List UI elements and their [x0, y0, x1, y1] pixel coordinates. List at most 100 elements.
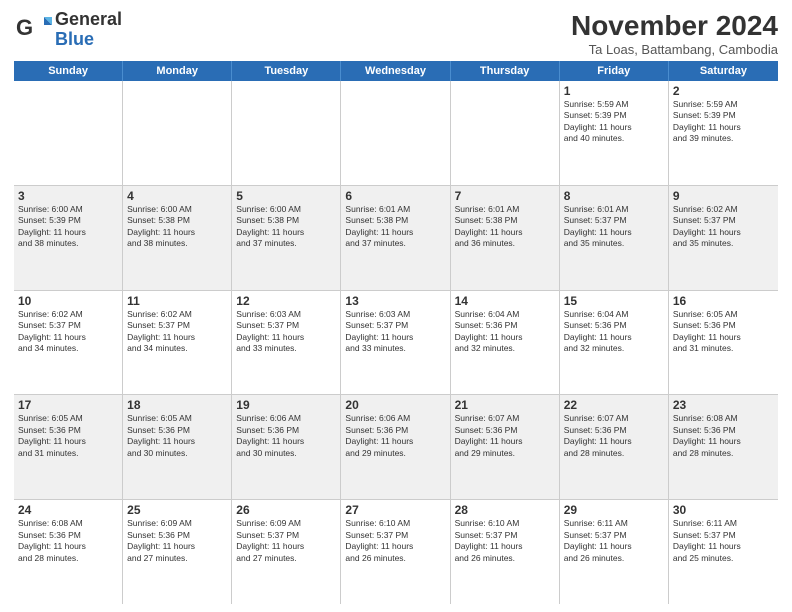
svg-text:G: G	[16, 15, 33, 40]
cal-header-tuesday: Tuesday	[232, 61, 341, 81]
calendar-header-row: SundayMondayTuesdayWednesdayThursdayFrid…	[14, 61, 778, 81]
day-number: 29	[564, 503, 664, 517]
day-number: 21	[455, 398, 555, 412]
day-info: Sunrise: 6:09 AM Sunset: 5:36 PM Dayligh…	[127, 518, 227, 564]
cal-cell: 17Sunrise: 6:05 AM Sunset: 5:36 PM Dayli…	[14, 395, 123, 499]
day-info: Sunrise: 6:01 AM Sunset: 5:38 PM Dayligh…	[455, 204, 555, 250]
cal-cell: 22Sunrise: 6:07 AM Sunset: 5:36 PM Dayli…	[560, 395, 669, 499]
cal-week-2: 3Sunrise: 6:00 AM Sunset: 5:39 PM Daylig…	[14, 186, 778, 291]
calendar-body: 1 Sunrise: 5:59 AM Sunset: 5:39 PM Daylig…	[14, 81, 778, 604]
day-number: 14	[455, 294, 555, 308]
day-info: Sunrise: 6:05 AM Sunset: 5:36 PM Dayligh…	[127, 413, 227, 459]
day-info: Sunrise: 6:00 AM Sunset: 5:38 PM Dayligh…	[127, 204, 227, 250]
cal-header-monday: Monday	[123, 61, 232, 81]
day-number: 24	[18, 503, 118, 517]
day-number: 9	[673, 189, 774, 203]
day-number: 30	[673, 503, 774, 517]
day-info: Sunrise: 6:02 AM Sunset: 5:37 PM Dayligh…	[127, 309, 227, 355]
cal-cell: 7Sunrise: 6:01 AM Sunset: 5:38 PM Daylig…	[451, 186, 560, 290]
cal-cell: 6Sunrise: 6:01 AM Sunset: 5:38 PM Daylig…	[341, 186, 450, 290]
day-number: 19	[236, 398, 336, 412]
cal-cell: 16Sunrise: 6:05 AM Sunset: 5:36 PM Dayli…	[669, 291, 778, 395]
day-number: 25	[127, 503, 227, 517]
day-number: 26	[236, 503, 336, 517]
day-number: 27	[345, 503, 445, 517]
logo: G General Blue	[14, 10, 122, 50]
cal-cell: 11Sunrise: 6:02 AM Sunset: 5:37 PM Dayli…	[123, 291, 232, 395]
day-number: 11	[127, 294, 227, 308]
day-info: Sunrise: 6:10 AM Sunset: 5:37 PM Dayligh…	[455, 518, 555, 564]
cal-week-1: 1 Sunrise: 5:59 AM Sunset: 5:39 PM Daylig…	[14, 81, 778, 186]
day-number: 23	[673, 398, 774, 412]
day-info: Sunrise: 6:02 AM Sunset: 5:37 PM Dayligh…	[18, 309, 118, 355]
cal-cell: 18Sunrise: 6:05 AM Sunset: 5:36 PM Dayli…	[123, 395, 232, 499]
title-area: November 2024 Ta Loas, Battambang, Cambo…	[571, 10, 778, 57]
day-number: 1	[564, 84, 664, 98]
day-number: 13	[345, 294, 445, 308]
cal-cell: 25Sunrise: 6:09 AM Sunset: 5:36 PM Dayli…	[123, 500, 232, 604]
day-number: 7	[455, 189, 555, 203]
day-info: Sunrise: 6:00 AM Sunset: 5:39 PM Dayligh…	[18, 204, 118, 250]
day-number: 2	[673, 84, 774, 98]
cal-cell: 28Sunrise: 6:10 AM Sunset: 5:37 PM Dayli…	[451, 500, 560, 604]
cal-week-5: 24Sunrise: 6:08 AM Sunset: 5:36 PM Dayli…	[14, 500, 778, 604]
cal-cell	[232, 81, 341, 185]
day-number: 16	[673, 294, 774, 308]
cal-cell: 4Sunrise: 6:00 AM Sunset: 5:38 PM Daylig…	[123, 186, 232, 290]
cal-cell: 10Sunrise: 6:02 AM Sunset: 5:37 PM Dayli…	[14, 291, 123, 395]
page: G General Blue November 2024 Ta Loas, Ba…	[0, 0, 792, 612]
cal-cell: 19Sunrise: 6:06 AM Sunset: 5:36 PM Dayli…	[232, 395, 341, 499]
cal-cell: 27Sunrise: 6:10 AM Sunset: 5:37 PM Dayli…	[341, 500, 450, 604]
day-info: Sunrise: 6:07 AM Sunset: 5:36 PM Dayligh…	[564, 413, 664, 459]
day-number: 18	[127, 398, 227, 412]
day-number: 12	[236, 294, 336, 308]
cal-cell: 24Sunrise: 6:08 AM Sunset: 5:36 PM Dayli…	[14, 500, 123, 604]
day-info: Sunrise: 6:01 AM Sunset: 5:37 PM Dayligh…	[564, 204, 664, 250]
day-info: Sunrise: 6:03 AM Sunset: 5:37 PM Dayligh…	[236, 309, 336, 355]
day-number: 10	[18, 294, 118, 308]
day-number: 3	[18, 189, 118, 203]
day-info: Sunrise: 6:05 AM Sunset: 5:36 PM Dayligh…	[673, 309, 774, 355]
cal-header-sunday: Sunday	[14, 61, 123, 81]
calendar-title: November 2024	[571, 10, 778, 42]
calendar-subtitle: Ta Loas, Battambang, Cambodia	[571, 42, 778, 57]
day-info: Sunrise: 6:08 AM Sunset: 5:36 PM Dayligh…	[673, 413, 774, 459]
cal-cell: 13Sunrise: 6:03 AM Sunset: 5:37 PM Dayli…	[341, 291, 450, 395]
day-number: 5	[236, 189, 336, 203]
cal-week-3: 10Sunrise: 6:02 AM Sunset: 5:37 PM Dayli…	[14, 291, 778, 396]
day-info: Sunrise: 5:59 AM Sunset: 5:39 PM Dayligh…	[673, 99, 774, 145]
day-info: Sunrise: 6:09 AM Sunset: 5:37 PM Dayligh…	[236, 518, 336, 564]
calendar: SundayMondayTuesdayWednesdayThursdayFrid…	[14, 61, 778, 604]
cal-cell: 3Sunrise: 6:00 AM Sunset: 5:39 PM Daylig…	[14, 186, 123, 290]
cal-cell: 29Sunrise: 6:11 AM Sunset: 5:37 PM Dayli…	[560, 500, 669, 604]
day-info: Sunrise: 6:02 AM Sunset: 5:37 PM Dayligh…	[673, 204, 774, 250]
cal-cell: 5Sunrise: 6:00 AM Sunset: 5:38 PM Daylig…	[232, 186, 341, 290]
cal-cell: 30Sunrise: 6:11 AM Sunset: 5:37 PM Dayli…	[669, 500, 778, 604]
cal-cell: 12Sunrise: 6:03 AM Sunset: 5:37 PM Dayli…	[232, 291, 341, 395]
day-info: Sunrise: 6:06 AM Sunset: 5:36 PM Dayligh…	[236, 413, 336, 459]
logo-icon: G	[14, 11, 52, 49]
cal-cell	[451, 81, 560, 185]
logo-text: General Blue	[55, 10, 122, 50]
day-info: Sunrise: 6:01 AM Sunset: 5:38 PM Dayligh…	[345, 204, 445, 250]
day-number: 6	[345, 189, 445, 203]
day-info: Sunrise: 6:11 AM Sunset: 5:37 PM Dayligh…	[673, 518, 774, 564]
cal-cell: 14Sunrise: 6:04 AM Sunset: 5:36 PM Dayli…	[451, 291, 560, 395]
cal-cell: 8Sunrise: 6:01 AM Sunset: 5:37 PM Daylig…	[560, 186, 669, 290]
day-info: Sunrise: 6:00 AM Sunset: 5:38 PM Dayligh…	[236, 204, 336, 250]
header: G General Blue November 2024 Ta Loas, Ba…	[14, 10, 778, 57]
cal-cell: 23Sunrise: 6:08 AM Sunset: 5:36 PM Dayli…	[669, 395, 778, 499]
cal-cell: 1Sunrise: 5:59 AM Sunset: 5:39 PM Daylig…	[560, 81, 669, 185]
cal-header-saturday: Saturday	[669, 61, 778, 81]
cal-cell: 21Sunrise: 6:07 AM Sunset: 5:36 PM Dayli…	[451, 395, 560, 499]
day-info: Sunrise: 6:04 AM Sunset: 5:36 PM Dayligh…	[455, 309, 555, 355]
day-number: 17	[18, 398, 118, 412]
cal-cell	[123, 81, 232, 185]
day-info: Sunrise: 6:07 AM Sunset: 5:36 PM Dayligh…	[455, 413, 555, 459]
day-number: 8	[564, 189, 664, 203]
day-info: Sunrise: 6:05 AM Sunset: 5:36 PM Dayligh…	[18, 413, 118, 459]
day-number: 22	[564, 398, 664, 412]
cal-cell: 2Sunrise: 5:59 AM Sunset: 5:39 PM Daylig…	[669, 81, 778, 185]
cal-cell: 15Sunrise: 6:04 AM Sunset: 5:36 PM Dayli…	[560, 291, 669, 395]
day-info: Sunrise: 6:10 AM Sunset: 5:37 PM Dayligh…	[345, 518, 445, 564]
